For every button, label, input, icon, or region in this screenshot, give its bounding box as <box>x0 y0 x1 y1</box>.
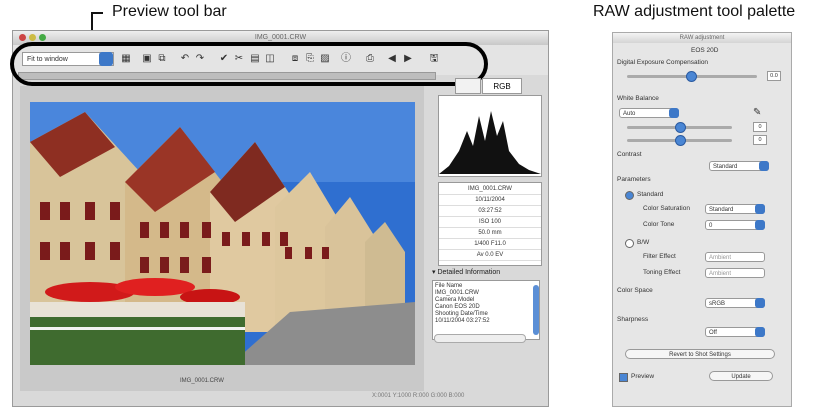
revert-button[interactable]: Revert to Shot Settings <box>625 349 775 359</box>
chevron-down-icon <box>669 108 679 118</box>
info-row: Av 0.0 EV <box>439 251 541 261</box>
contrast-select-value: Standard <box>713 164 738 170</box>
contrast-select[interactable]: Standard <box>709 161 769 171</box>
dec-value-field[interactable]: 0.0 <box>767 71 781 81</box>
detail-line: IMG_0001.CRW <box>435 290 479 296</box>
wb-select[interactable]: Auto <box>619 108 679 118</box>
histogram-graph <box>439 111 541 174</box>
info-row: 03:27:52 <box>439 207 541 217</box>
color-tone-label: Color Tone <box>643 221 675 228</box>
callout-line-vertical <box>91 12 93 31</box>
standard-label: Standard <box>637 191 664 198</box>
camera-model: EOS 20D <box>691 47 719 54</box>
color-sat-select-value: Standard <box>709 207 734 213</box>
color-sat-select[interactable]: Standard <box>705 204 765 214</box>
close-dot[interactable] <box>19 34 26 41</box>
info-row: 1/400 F11.0 <box>439 240 541 250</box>
detail-line: 10/11/2004 03:27:52 <box>435 318 490 324</box>
bw-label: B/W <box>637 239 650 246</box>
chevron-down-icon <box>759 161 769 171</box>
filter-select[interactable]: Ambient <box>705 252 765 262</box>
sharpness-select-value: Off <box>709 330 717 336</box>
info-row: IMG_0001.CRW <box>439 185 541 195</box>
preview-label: Preview <box>631 373 655 380</box>
sharpness-label: Sharpness <box>617 316 649 323</box>
detail-line: File Name <box>435 283 463 289</box>
color-tone-select-value: 0 <box>709 223 713 229</box>
raw-adjustment-palette: RAW adjustment EOS 20D Digital Exposure … <box>612 32 792 407</box>
dec-slider-knob[interactable] <box>686 71 697 82</box>
detail-scrollbar[interactable] <box>533 285 539 335</box>
pixel-readout: X:0001 Y:1000 R:000 G:000 B:000 <box>372 393 465 399</box>
color-sat-label: Color Saturation <box>643 205 690 212</box>
update-button[interactable]: Update <box>709 371 773 381</box>
callout-line-horizontal <box>91 12 103 14</box>
info-row: ISO 100 <box>439 218 541 228</box>
detail-line: Camera Model <box>435 297 475 303</box>
info-row: 50.0 mm <box>439 229 541 239</box>
color-space-select[interactable]: sRGB <box>705 298 765 308</box>
zoom-dot[interactable] <box>39 34 46 41</box>
detail-line: Canon EOS 20D <box>435 304 480 310</box>
chevron-down-icon <box>755 327 765 337</box>
standard-radio[interactable] <box>625 191 634 200</box>
chevron-down-icon <box>755 204 765 214</box>
dec-label: Digital Exposure Compensation <box>617 59 709 66</box>
callout-raw-palette: RAW adjustment tool palette <box>593 3 796 20</box>
town-photo <box>30 102 415 365</box>
detailed-information-box: File Name IMG_0001.CRW Camera Model Cano… <box>432 280 540 340</box>
wb-select-value: Auto <box>623 111 636 117</box>
chevron-down-icon <box>755 220 765 230</box>
toolbar-highlight-outline <box>10 42 488 86</box>
sharpness-select[interactable]: Off <box>705 327 765 337</box>
detailed-information-toggle[interactable]: ▾ Detailed Information <box>432 268 500 276</box>
detail-line: Shooting Date/Time <box>435 311 488 317</box>
minimize-dot[interactable] <box>29 34 36 41</box>
tab-rgb[interactable]: RGB <box>482 78 522 94</box>
image-filename-caption: IMG_0001.CRW <box>180 378 224 384</box>
eyedropper-icon[interactable]: ✎ <box>753 107 761 118</box>
horizontal-scrollbar[interactable] <box>434 334 526 343</box>
wb-g-m-knob[interactable] <box>675 135 686 146</box>
wb-g-m-field[interactable]: 0 <box>753 135 767 145</box>
toning-select-value: Ambient <box>709 271 732 277</box>
wb-label: White Balance <box>617 95 659 102</box>
filter-label: Filter Effect <box>643 253 676 260</box>
filter-select-value: Ambient <box>709 255 732 261</box>
wb-b-a-field[interactable]: 0 <box>753 122 767 132</box>
tab-histogram[interactable] <box>455 78 481 94</box>
histogram-panel <box>438 95 542 177</box>
contrast-label: Contrast <box>617 151 642 158</box>
chevron-down-icon <box>755 298 765 308</box>
bw-radio[interactable] <box>625 239 634 248</box>
shooting-info-panel: IMG_0001.CRW 10/11/2004 03:27:52 ISO 100… <box>438 182 542 266</box>
color-space-label: Color Space <box>617 287 653 294</box>
callout-preview-toolbar: Preview tool bar <box>112 3 227 20</box>
toning-select[interactable]: Ambient <box>705 268 765 278</box>
parameters-label: Parameters <box>617 176 651 183</box>
color-space-select-value: sRGB <box>709 301 726 307</box>
toning-label: Toning Effect <box>643 269 681 276</box>
preview-image[interactable] <box>30 102 415 365</box>
palette-title: RAW adjustment <box>613 33 791 43</box>
info-row: 10/11/2004 <box>439 196 541 206</box>
preview-checkbox[interactable] <box>619 373 628 382</box>
color-tone-select[interactable]: 0 <box>705 220 765 230</box>
wb-b-a-knob[interactable] <box>675 122 686 133</box>
